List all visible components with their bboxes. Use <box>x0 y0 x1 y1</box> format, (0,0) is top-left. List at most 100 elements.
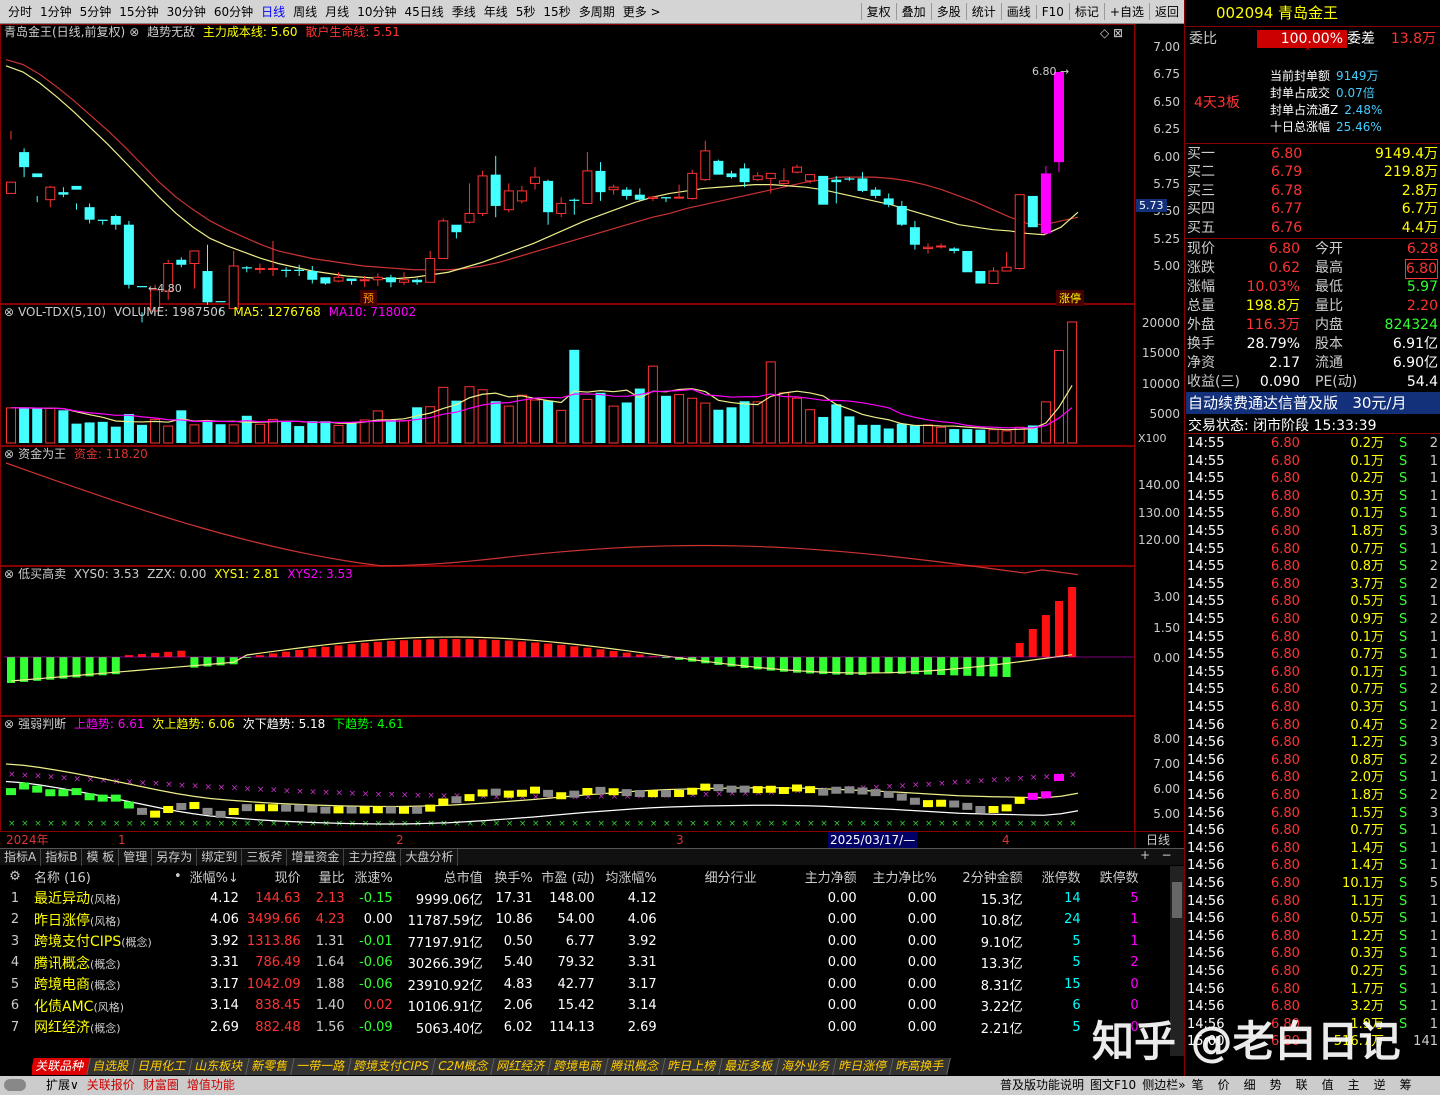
sector-name[interactable]: 化债AMC(风格) <box>30 995 170 1017</box>
bid-row[interactable]: 买一 6.80 9149.4万 <box>1187 145 1440 163</box>
status-button[interactable]: 主 <box>1348 1078 1360 1092</box>
column-header[interactable]: 主力净比% <box>861 866 941 888</box>
period-label[interactable]: 日线 <box>1146 832 1170 848</box>
indicator-tab[interactable]: 另存为 <box>152 849 198 866</box>
table-row[interactable]: 5 跨境电商(概念) 3.17 1042.09 1.88 -0.06 23910.92亿 4.… <box>0 974 1143 996</box>
down-trend-mark: × <box>191 819 199 829</box>
status-button[interactable]: 细 <box>1244 1078 1256 1092</box>
table-row[interactable]: 3 跨境支付CIPS(概念) 3.92 1313.86 1.31 -0.01 77197.9… <box>0 931 1143 953</box>
status-button[interactable]: 价 <box>1218 1078 1230 1092</box>
lowhigh-bar <box>491 639 500 657</box>
sector-tab[interactable]: 腾讯概念 <box>605 1058 667 1075</box>
sector-tab[interactable]: 一带一路 <box>291 1058 352 1075</box>
tab-add-icon[interactable]: + − <box>1140 848 1172 862</box>
bid-row[interactable]: 买四 6.77 6.7万 <box>1187 200 1440 218</box>
status-item[interactable]: 增值功能 <box>187 1078 235 1092</box>
status-item[interactable]: 扩展∨ <box>46 1078 79 1092</box>
status-button[interactable]: 势 <box>1270 1078 1282 1092</box>
collapse-icon[interactable]: ⊗ <box>4 567 14 581</box>
status-button[interactable]: 逆 <box>1374 1078 1386 1092</box>
sector-tab[interactable]: 新零售 <box>246 1058 295 1075</box>
column-header[interactable]: 细分行业 <box>661 866 761 888</box>
column-header[interactable]: 涨幅%↓ <box>186 866 243 888</box>
sector-name[interactable]: 昨日涨停(风格) <box>30 909 170 931</box>
sector-name[interactable]: 网红经济(概念) <box>30 1017 170 1039</box>
bid-price: 6.76 <box>1271 219 1303 236</box>
sector-tab[interactable]: 海外业务 <box>776 1058 838 1075</box>
status-button[interactable]: 普及版功能说明 <box>1000 1078 1084 1092</box>
sector-tab[interactable]: 日用化工 <box>132 1058 193 1075</box>
expand-icon[interactable]: ⌃ <box>1304 47 1312 58</box>
indicator-tab[interactable]: 增量资金 <box>287 849 345 866</box>
column-header[interactable]: 2分钟金额 <box>941 866 1027 888</box>
sector-tab[interactable]: 跨境电商 <box>548 1058 610 1075</box>
column-header[interactable]: 名称 (16) <box>30 866 170 888</box>
sector-tab[interactable]: 昨日涨停 <box>833 1058 895 1075</box>
column-header[interactable]: 换手% <box>487 866 537 888</box>
column-header[interactable]: 涨停数 <box>1027 866 1085 888</box>
column-header[interactable]: 量比 <box>305 866 349 888</box>
sector-name[interactable]: 腾讯概念(概念) <box>30 952 170 974</box>
bid-row[interactable]: 买三 6.78 2.8万 <box>1187 182 1440 200</box>
bid-row[interactable]: 买二 6.79 219.8万 <box>1187 163 1440 181</box>
sector-name[interactable]: 跨境电商(概念) <box>30 974 170 996</box>
sector-tab[interactable]: 关联品种 <box>32 1058 91 1075</box>
table-cell: 2.69 <box>627 1019 657 1035</box>
tick-price: 6.80 <box>1271 594 1300 610</box>
collapse-icon[interactable]: ⊗ <box>4 305 14 319</box>
strength-indicator-name[interactable]: 强弱判断 <box>18 717 66 731</box>
column-header[interactable]: 涨速% <box>349 866 397 888</box>
column-header[interactable]: 主力净额 <box>761 866 861 888</box>
indicator-tab[interactable]: 大盘分析 <box>401 849 459 866</box>
sector-tab[interactable]: 网红经济 <box>491 1058 553 1075</box>
indicator-tab[interactable]: 模 板 <box>82 849 120 866</box>
status-item[interactable]: 关联报价 <box>87 1078 135 1092</box>
table-row[interactable]: 4 腾讯概念(概念) 3.31 786.49 1.64 -0.06 30266.39亿 5.4… <box>0 952 1143 974</box>
indicator-tab[interactable]: 指标B <box>41 849 83 866</box>
table-row[interactable]: 1 最近异动(风格) 4.12 144.63 2.13 -0.15 9999.06亿 17.3… <box>0 888 1143 910</box>
table-row[interactable]: 7 网红经济(概念) 2.69 882.48 1.56 -0.09 5063.40亿 6.02… <box>0 1017 1143 1039</box>
sector-tab[interactable]: 最近多板 <box>719 1058 781 1075</box>
sector-name[interactable]: 跨境支付CIPS(概念) <box>30 931 170 953</box>
indicator-tab[interactable]: 指标A <box>0 849 42 866</box>
volume-indicator-name[interactable]: VOL-TDX(5,10) <box>18 305 106 319</box>
column-header[interactable]: • <box>170 866 186 888</box>
column-header[interactable]: 现价 <box>243 866 305 888</box>
stat-label: 涨跌 <box>1187 260 1215 276</box>
status-button[interactable]: 侧边栏» <box>1142 1078 1185 1092</box>
sector-tab[interactable]: 昨日上榜 <box>662 1058 724 1075</box>
sector-tab[interactable]: 昨高换手 <box>890 1058 952 1075</box>
sector-tab[interactable]: 自选股 <box>87 1058 136 1075</box>
indicator-tab[interactable]: 管理 <box>119 849 153 866</box>
settings-icon[interactable]: ⚙ <box>0 866 30 888</box>
table-row[interactable]: 2 昨日涨停(风格) 4.06 3499.66 4.23 0.00 11787.59亿 10.… <box>0 909 1143 931</box>
status-button[interactable]: 筹 <box>1400 1078 1412 1092</box>
indicator-tab[interactable]: 绑定到 <box>197 849 243 866</box>
column-header[interactable]: 跌停数 <box>1085 866 1143 888</box>
status-button[interactable]: 值 <box>1322 1078 1334 1092</box>
bid-row[interactable]: 买五 6.76 4.4万 <box>1187 219 1440 237</box>
status-item[interactable]: 财富圈 <box>143 1078 179 1092</box>
table-row[interactable]: 6 化债AMC(风格) 3.14 838.45 1.40 0.02 10106.91亿 2.0… <box>0 995 1143 1017</box>
status-button[interactable]: 联 <box>1296 1078 1308 1092</box>
status-button[interactable]: 图文F10 <box>1090 1078 1136 1092</box>
column-header[interactable]: 总市值 <box>397 866 487 888</box>
sector-tab[interactable]: 跨境支付CIPS <box>348 1058 436 1075</box>
sector-tab[interactable]: 山东板块 <box>189 1058 250 1075</box>
volume-bar <box>687 397 698 444</box>
column-header[interactable]: 市盈 (动) <box>537 866 599 888</box>
promo-bar[interactable]: 自动续费通达信普及版 30元/月 <box>1186 392 1440 414</box>
candle-body <box>595 170 606 193</box>
candle-body <box>84 207 95 220</box>
status-button[interactable]: 笔 <box>1192 1078 1204 1092</box>
indicator-tab[interactable]: 主力控盘 <box>344 849 402 866</box>
column-header[interactable]: 均涨幅% <box>599 866 661 888</box>
sector-name[interactable]: 最近异动(风格) <box>30 888 170 910</box>
collapse-icon[interactable]: ⊗ <box>4 447 14 461</box>
sector-tab[interactable]: C2M概念 <box>432 1058 496 1075</box>
indicator-tab[interactable]: 三板斧 <box>242 849 288 866</box>
toggle-switch[interactable] <box>4 1079 26 1091</box>
lowhigh-indicator-name[interactable]: 低买高卖 <box>18 567 66 581</box>
collapse-icon[interactable]: ⊗ <box>4 717 14 731</box>
capital-indicator-name[interactable]: 资金为王 <box>18 447 66 461</box>
